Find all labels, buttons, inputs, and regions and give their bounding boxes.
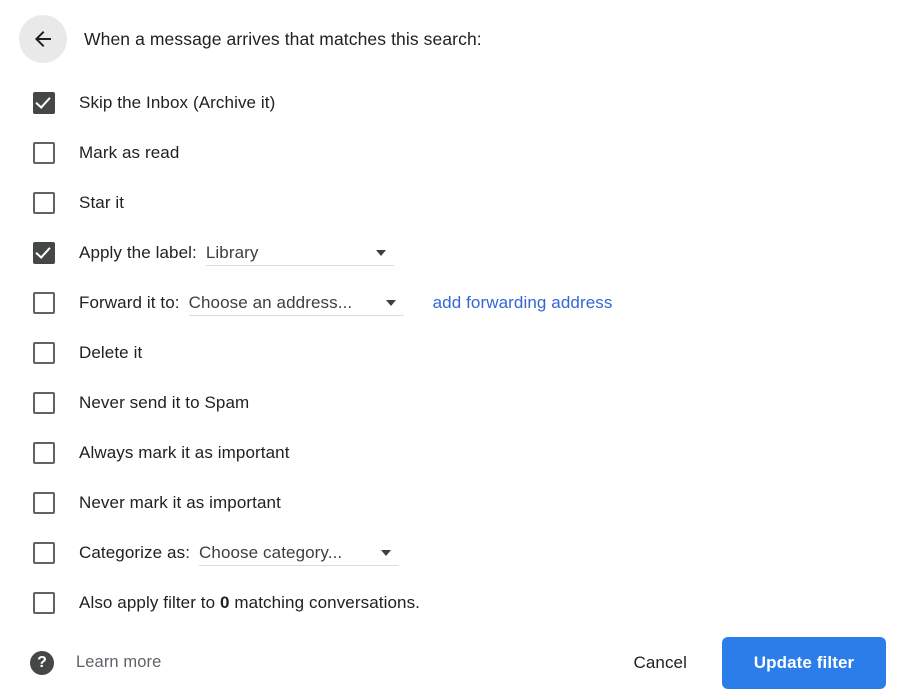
option-label-categorize-as: Categorize as: [79,543,191,562]
option-label-star-it: Star it [79,193,125,212]
option-row-always-important[interactable]: Always mark it as important [0,428,902,478]
page-title: When a message arrives that matches this… [84,29,482,49]
matching-conversations-count: 0 [220,593,230,612]
option-label-apply-to-existing: Also apply filter to 0 matching conversa… [79,592,420,614]
forward-address-select-value: Choose an address... [188,292,353,312]
option-row-delete-it[interactable]: Delete it [0,328,902,378]
option-label-apply-label: Apply the label: [79,243,197,262]
filter-actions-list: Skip the Inbox (Archive it) Mark as read… [0,78,902,628]
option-label-delete-it: Delete it [79,343,143,362]
option-label-never-spam: Never send it to Spam [79,393,250,412]
category-select-value: Choose category... [199,542,343,562]
checkbox-star-it[interactable] [33,192,55,214]
checkbox-skip-inbox[interactable] [33,92,55,114]
option-row-skip-inbox[interactable]: Skip the Inbox (Archive it) [0,78,902,128]
option-row-mark-as-read[interactable]: Mark as read [0,128,902,178]
checkbox-mark-as-read[interactable] [33,142,55,164]
checkbox-never-important[interactable] [33,492,55,514]
option-label-always-important: Always mark it as important [79,443,290,462]
checkbox-apply-to-existing[interactable] [33,592,55,614]
option-row-apply-to-existing[interactable]: Also apply filter to 0 matching conversa… [0,578,902,628]
checkbox-categorize-as[interactable] [33,542,55,564]
option-row-forward-to[interactable]: Forward it to: Choose an address... add … [0,278,902,328]
option-row-never-spam[interactable]: Never send it to Spam [0,378,902,428]
back-button[interactable] [19,15,67,63]
option-row-apply-label[interactable]: Apply the label: Library [0,228,902,278]
option-label-never-important: Never mark it as important [79,493,281,512]
update-filter-button[interactable]: Update filter [722,636,886,689]
checkbox-delete-it[interactable] [33,342,55,364]
dialog-footer: ? Learn more Cancel Update filter [0,628,902,697]
apply-to-existing-text-pre: Also apply filter to [79,593,220,612]
option-label-forward-to: Forward it to: [79,293,180,312]
chevron-down-icon [381,549,392,556]
label-select-value: Library [205,242,259,262]
cancel-button[interactable]: Cancel [623,645,697,681]
option-row-star-it[interactable]: Star it [0,178,902,228]
checkbox-forward-to[interactable] [33,292,55,314]
category-select[interactable]: Choose category... [199,540,400,566]
checkbox-never-spam[interactable] [33,392,55,414]
add-forwarding-address-link[interactable]: add forwarding address [433,292,613,314]
option-label-mark-as-read: Mark as read [79,143,180,162]
option-label-skip-inbox: Skip the Inbox (Archive it) [79,93,276,112]
forward-address-select[interactable]: Choose an address... [188,290,404,316]
checkbox-always-important[interactable] [33,442,55,464]
dialog-header: When a message arrives that matches this… [0,0,902,78]
option-row-categorize-as[interactable]: Categorize as: Choose category... [0,528,902,578]
apply-to-existing-text-post: matching conversations. [229,593,420,612]
arrow-left-icon [31,27,55,51]
checkbox-apply-label[interactable] [33,242,55,264]
chevron-down-icon [385,299,396,306]
label-select[interactable]: Library [205,240,394,266]
option-row-never-important[interactable]: Never mark it as important [0,478,902,528]
learn-more-link[interactable]: Learn more [76,653,161,672]
help-question-icon[interactable]: ? [30,650,54,675]
chevron-down-icon [375,249,386,256]
